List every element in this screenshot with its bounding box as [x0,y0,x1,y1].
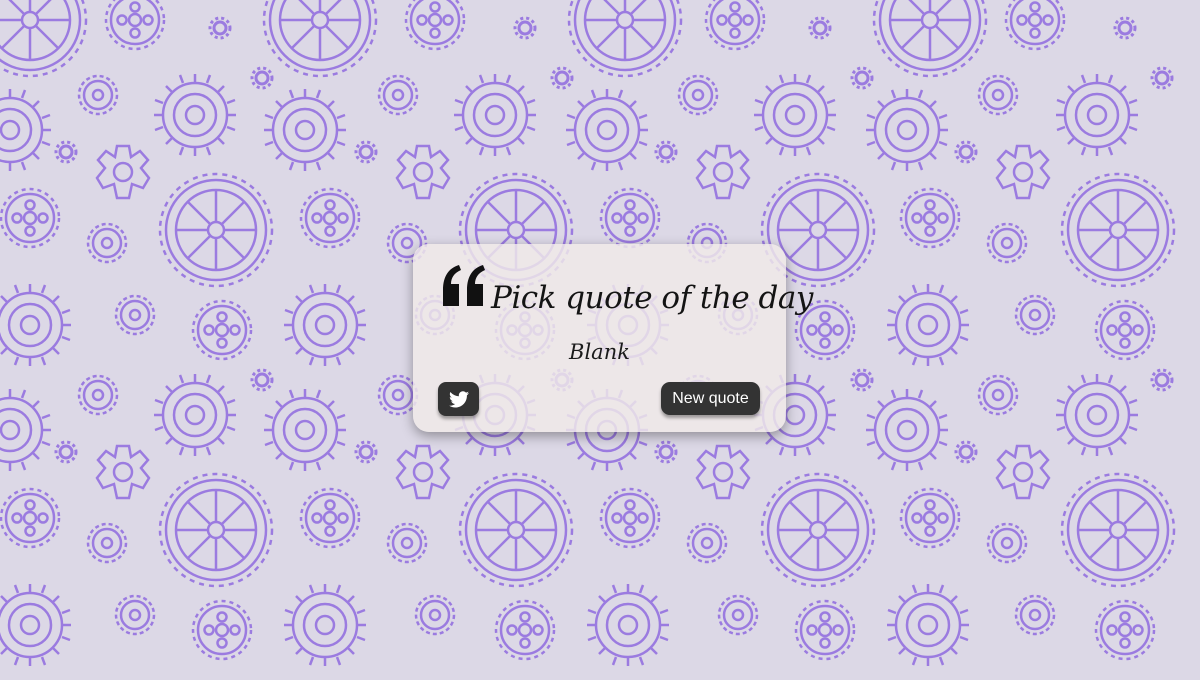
quote-card: Pick quote of the day Blank New quote [413,244,813,432]
twitter-icon [448,390,469,407]
tweet-button[interactable] [438,382,479,416]
quote-author: Blank [569,340,630,364]
quote-left-icon [443,265,485,306]
quote-text: Pick quote of the day [491,280,813,316]
new-quote-button[interactable]: New quote [661,382,760,415]
